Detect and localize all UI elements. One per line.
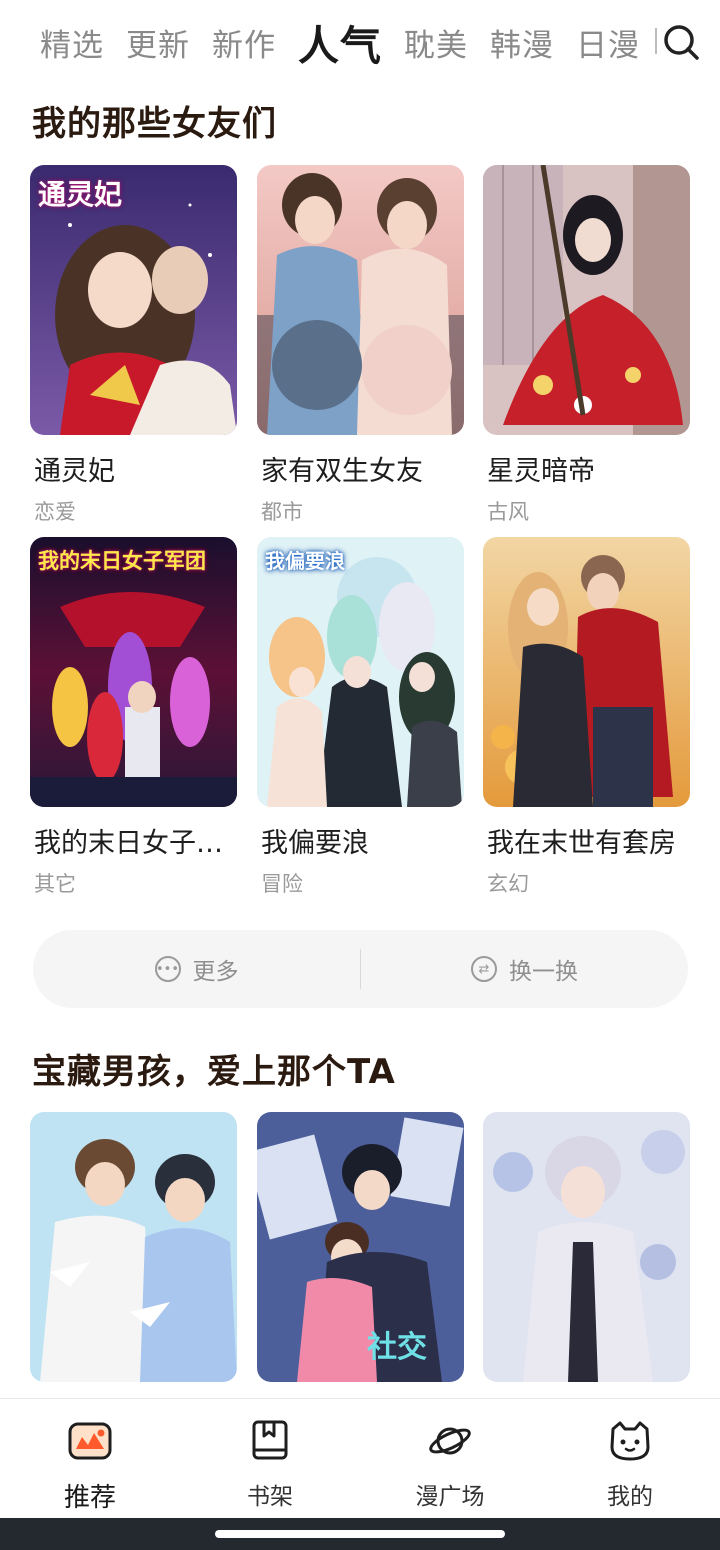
tab-selected[interactable]: 精选 <box>40 20 104 65</box>
comic-title: 通灵妃 <box>34 456 115 487</box>
swap-icon: ⇄ <box>471 956 497 982</box>
nav-label: 书架 <box>247 1484 293 1510</box>
nav-square[interactable]: 漫广场 <box>390 1419 510 1511</box>
comic-genre: 恋爱 <box>34 500 76 524</box>
cover-art <box>30 1112 237 1382</box>
cat-face-icon <box>610 1421 650 1461</box>
comic-cover[interactable] <box>257 165 464 435</box>
comic-cover[interactable]: 社交 <box>257 1112 464 1382</box>
comic-card[interactable] <box>30 1112 237 1382</box>
section-title: 宝藏男孩，爱上那个TA <box>26 1044 404 1093</box>
tab-japanese[interactable]: 日漫 <box>576 20 640 65</box>
comic-genre: 古风 <box>487 500 529 524</box>
tab-popular[interactable]: 人气 <box>298 12 382 72</box>
comic-cover[interactable]: 我偏要浪 <box>257 537 464 807</box>
comic-card[interactable]: 社交 <box>257 1112 464 1382</box>
cover-art <box>30 537 237 807</box>
comic-card[interactable]: 星灵暗帝 古风 <box>483 165 690 526</box>
comic-cover[interactable]: 通灵妃 <box>30 165 237 435</box>
tab-divider <box>655 28 657 54</box>
more-dots-icon: ••• <box>154 956 181 982</box>
cover-art <box>257 165 464 435</box>
nav-profile[interactable]: 我的 <box>570 1419 690 1511</box>
comic-card[interactable] <box>483 1112 690 1382</box>
search-button[interactable] <box>661 22 701 62</box>
nav-bookshelf[interactable]: 书架 <box>210 1419 330 1511</box>
nav-label: 漫广场 <box>415 1484 485 1510</box>
cover-art <box>483 537 690 807</box>
bookshelf-icon <box>252 1420 288 1460</box>
comic-card[interactable]: 家有双生女友 都市 <box>257 165 464 526</box>
cover-title: 我偏要浪 <box>265 549 345 573</box>
comic-card[interactable]: 我的末日女子军团 我的末日女子… 其它 <box>30 537 237 898</box>
cover-art <box>257 537 464 807</box>
comic-title: 我的末日女子… <box>34 828 223 859</box>
section-action-bar: ••• 更多 ⇄ 换一换 <box>33 930 688 1008</box>
comic-card[interactable]: 我在末世有套房 玄幻 <box>483 537 690 898</box>
comic-title: 我偏要浪 <box>261 828 369 859</box>
refresh-label: 换一换 <box>509 959 578 985</box>
comic-title: 星灵暗帝 <box>487 456 595 487</box>
refresh-button[interactable]: ⇄ 换一换 <box>361 952 688 986</box>
tab-korean[interactable]: 韩漫 <box>490 20 554 65</box>
home-indicator[interactable] <box>215 1530 505 1538</box>
comic-genre: 其它 <box>34 872 76 896</box>
comic-cover[interactable] <box>483 1112 690 1382</box>
nav-recommend[interactable]: 推荐 <box>30 1419 150 1514</box>
nav-label: 我的 <box>607 1484 653 1510</box>
tab-bl[interactable]: 耽美 <box>404 20 468 65</box>
comic-title: 家有双生女友 <box>261 456 423 487</box>
recommend-icon <box>68 1422 112 1460</box>
comic-title: 我在末世有套房 <box>487 828 676 859</box>
tab-new[interactable]: 新作 <box>212 20 276 65</box>
comic-cover[interactable]: 我的末日女子军团 <box>30 537 237 807</box>
planet-icon <box>429 1427 471 1455</box>
comic-genre: 玄幻 <box>487 872 529 896</box>
more-label: 更多 <box>192 959 239 985</box>
comic-card[interactable]: 通灵妃 通灵妃 恋爱 <box>30 165 237 526</box>
cover-title: 我的末日女子军团 <box>38 548 206 573</box>
comic-cover[interactable] <box>483 537 690 807</box>
comic-cover[interactable] <box>30 1112 237 1382</box>
more-button[interactable]: ••• 更多 <box>33 952 360 986</box>
bottom-tab-bar: 推荐 书架 漫广场 我的 <box>0 1398 720 1518</box>
nav-label: 推荐 <box>63 1483 116 1513</box>
section-title-text: 宝藏男孩，爱上那个TA <box>26 1044 404 1093</box>
cover-art <box>483 1112 690 1382</box>
comic-genre: 冒险 <box>261 872 303 896</box>
comic-card[interactable]: 我偏要浪 我偏要浪 冒险 <box>257 537 464 898</box>
comic-cover[interactable] <box>483 165 690 435</box>
system-navigation-bar <box>0 1518 720 1550</box>
section-title-text: 我的那些女友们 <box>26 96 285 145</box>
svg-text:社交: 社交 <box>367 1330 427 1365</box>
cover-title: 通灵妃 <box>38 178 123 211</box>
comic-genre: 都市 <box>261 500 303 524</box>
search-icon <box>664 25 699 60</box>
top-tab-bar: 精选 更新 新作 人气 耽美 韩漫 日漫 <box>0 0 720 84</box>
cover-art <box>483 165 690 435</box>
cover-art: 社交 <box>257 1112 464 1382</box>
tab-updates[interactable]: 更新 <box>126 20 190 65</box>
section-title: 我的那些女友们 <box>26 96 285 145</box>
